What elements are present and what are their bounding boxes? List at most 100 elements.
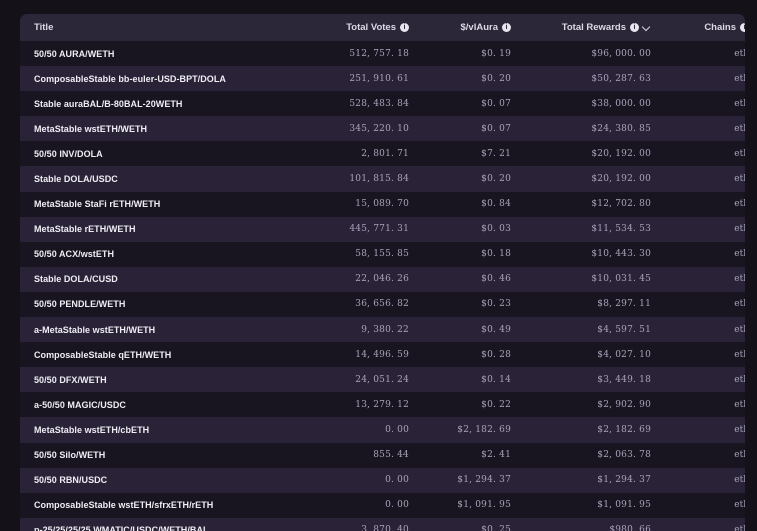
cell-total-votes: 0. 00 (385, 475, 409, 486)
cell-vlaura: $0. 03 (481, 224, 511, 235)
table-row[interactable]: 50/50 INV/DOLA 2, 801. 71 $7. 21 $20, 192. … (20, 141, 745, 167)
info-icon[interactable]: i (502, 23, 511, 32)
chevron-down-icon[interactable] (643, 24, 651, 32)
cell-pool-title: 50/50 ACX/wstETH (34, 249, 114, 260)
cell-pool-title: Stable auraBAL/B-80BAL-20WETH (34, 98, 183, 109)
cell-total-votes: 3, 870. 40 (361, 525, 409, 531)
info-icon[interactable]: i (400, 23, 409, 32)
cell-total-rewards: $1, 091. 95 (597, 500, 651, 511)
cell-total-rewards: $980. 66 (609, 525, 651, 531)
column-header-title[interactable]: Title (20, 14, 294, 41)
cell-vlaura: $0. 20 (481, 73, 511, 84)
cell-chains: eth (734, 374, 745, 385)
cell-pool-title: MetaStable StaFi rETH/WETH (34, 199, 161, 210)
table-row[interactable]: Stable auraBAL/B-80BAL-20WETH 528, 483. 8… (20, 91, 745, 117)
cell-chains: eth (734, 73, 745, 84)
table-row[interactable]: MetaStable StaFi rETH/WETH 15, 089. 70 $0.… (20, 191, 745, 217)
cell-total-rewards: $4, 597. 51 (597, 324, 651, 335)
cell-total-votes: 0. 00 (385, 424, 409, 435)
cell-chains: eth (734, 224, 745, 235)
table-row[interactable]: 50/50 ACX/wstETH 58, 155. 85 $0. 18 $10, 44… (20, 241, 745, 267)
cell-total-votes: 13, 279. 12 (355, 399, 409, 410)
cell-total-rewards: $20, 192. 00 (591, 148, 651, 159)
cell-chains: eth (734, 174, 745, 185)
cell-vlaura: $1, 091. 95 (457, 500, 511, 511)
cell-vlaura: $0. 28 (481, 349, 511, 360)
cell-pool-title: 50/50 DFX/WETH (34, 374, 107, 385)
cell-total-votes: 445, 771. 31 (349, 224, 409, 235)
cell-pool-title: Stable DOLA/CUSD (34, 274, 118, 285)
cell-vlaura: $2, 182. 69 (457, 424, 511, 435)
cell-pool-title: 50/50 RBN/USDC (34, 475, 108, 486)
column-header-title-label: Title (34, 22, 54, 33)
cell-vlaura: $0. 25 (481, 525, 511, 531)
column-header-chains-label: Chains (704, 22, 736, 33)
cell-vlaura: $0. 07 (481, 123, 511, 134)
column-header-total-votes-label: Total Votes (346, 22, 396, 33)
cell-chains: eth (734, 500, 745, 511)
cell-chains: eth (734, 424, 745, 435)
table-row[interactable]: MetaStable wstETH/cbETH 0. 00 $2, 182. 69 $… (20, 417, 745, 443)
cell-pool-title: Stable DOLA/USDC (34, 174, 118, 185)
cell-pool-title: MetaStable rETH/WETH (34, 224, 136, 235)
info-icon[interactable]: i (740, 23, 745, 32)
table-row[interactable]: 50/50 Silo/WETH 855. 44 $2. 41 $2, 063. 78 e… (20, 442, 745, 468)
cell-total-votes: 9, 380. 22 (361, 324, 409, 335)
cell-vlaura: $0. 23 (481, 299, 511, 310)
cell-vlaura: $0. 18 (481, 249, 511, 260)
cell-chains: eth (734, 148, 745, 159)
cell-total-rewards: $11, 534. 53 (591, 224, 651, 235)
cell-chains: eth (734, 475, 745, 486)
cell-total-votes: 528, 483. 84 (349, 98, 409, 109)
cell-vlaura: $0. 14 (481, 374, 511, 385)
cell-total-votes: 101, 815. 84 (349, 174, 409, 185)
table-row[interactable]: p-25/25/25/25 WMATIC/USDC/WETH/BAL 3, 870… (20, 517, 745, 531)
cell-pool-title: ComposableStable wstETH/sfrxETH/rETH (34, 500, 214, 511)
cell-total-votes: 22, 046. 26 (355, 274, 409, 285)
table-row[interactable]: MetaStable rETH/WETH 445, 771. 31 $0. 03 $1… (20, 216, 745, 242)
table-row[interactable]: 50/50 AURA/WETH 512, 757. 18 $0. 19 $96, 00… (20, 41, 745, 67)
table-row[interactable]: MetaStable wstETH/WETH 345, 220. 10 $0. 07… (20, 116, 745, 142)
cell-vlaura: $0. 19 (481, 48, 511, 59)
column-header-total-votes[interactable]: Total Votes i (294, 14, 419, 41)
table-row[interactable]: a-50/50 MAGIC/USDC 13, 279. 12 $0. 22 $2, 9… (20, 392, 745, 418)
app-root: Title Total Votes i $/vlAura i Total Rew… (0, 0, 757, 531)
table-row[interactable]: Stable DOLA/USDC 101, 815. 84 $0. 20 $20, 1… (20, 166, 745, 192)
table-row[interactable]: 50/50 RBN/USDC 0. 00 $1, 294. 37 $1, 294. 3… (20, 467, 745, 493)
cell-pool-title: MetaStable wstETH/cbETH (34, 424, 150, 435)
table-row[interactable]: ComposableStable qETH/WETH 14, 496. 59 $0.… (20, 342, 745, 368)
info-icon[interactable]: i (630, 23, 639, 32)
cell-total-rewards: $10, 443. 30 (591, 249, 651, 260)
table-row[interactable]: 50/50 PENDLE/WETH 36, 656. 82 $0. 23 $8, 29… (20, 291, 745, 318)
cell-pool-title: a-50/50 MAGIC/USDC (34, 399, 126, 410)
cell-chains: eth (734, 249, 745, 260)
cell-total-rewards: $2, 182. 69 (597, 424, 651, 435)
cell-total-rewards: $1, 294. 37 (597, 475, 651, 486)
table-row[interactable]: 50/50 DFX/WETH 24, 051. 24 $0. 14 $3, 449. … (20, 367, 745, 393)
cell-pool-title: 50/50 INV/DOLA (34, 148, 103, 159)
cell-pool-title: 50/50 Silo/WETH (34, 450, 106, 461)
cell-total-rewards: $12, 702. 80 (591, 199, 651, 210)
cell-total-rewards: $3, 449. 18 (597, 374, 651, 385)
table-row[interactable]: ComposableStable bb-euler-USD-BPT/DOLA 25… (20, 66, 745, 92)
cell-pool-title: ComposableStable qETH/WETH (34, 349, 172, 360)
cell-pool-title: 50/50 AURA/WETH (34, 48, 115, 59)
table-row[interactable]: ComposableStable wstETH/sfrxETH/rETH 0. 0… (20, 492, 745, 518)
cell-total-rewards: $50, 287. 63 (591, 73, 651, 84)
cell-vlaura: $0. 49 (481, 324, 511, 335)
column-header-vlaura[interactable]: $/vlAura i (419, 14, 521, 41)
column-header-total-rewards[interactable]: Total Rewards i (521, 14, 661, 41)
cell-total-rewards: $96, 000. 00 (591, 48, 651, 59)
column-header-chains[interactable]: Chains i (661, 14, 745, 41)
cell-chains: eth (734, 98, 745, 109)
cell-total-rewards: $38, 000. 00 (591, 98, 651, 109)
cell-pool-title: p-25/25/25/25 WMATIC/USDC/WETH/BAL (34, 525, 209, 531)
table-row[interactable]: Stable DOLA/CUSD 22, 046. 26 $0. 46 $10, 03… (20, 266, 745, 292)
cell-chains: eth (734, 349, 745, 360)
cell-chains: eth (734, 199, 745, 210)
table-row[interactable]: a-MetaStable wstETH/WETH 9, 380. 22 $0. 49… (20, 317, 745, 343)
table-header: Title Total Votes i $/vlAura i Total Rew… (20, 14, 745, 41)
table-header-row: Title Total Votes i $/vlAura i Total Rew… (20, 14, 745, 41)
cell-total-votes: 2, 801. 71 (361, 148, 409, 159)
cell-total-votes: 251, 910. 61 (349, 73, 409, 84)
